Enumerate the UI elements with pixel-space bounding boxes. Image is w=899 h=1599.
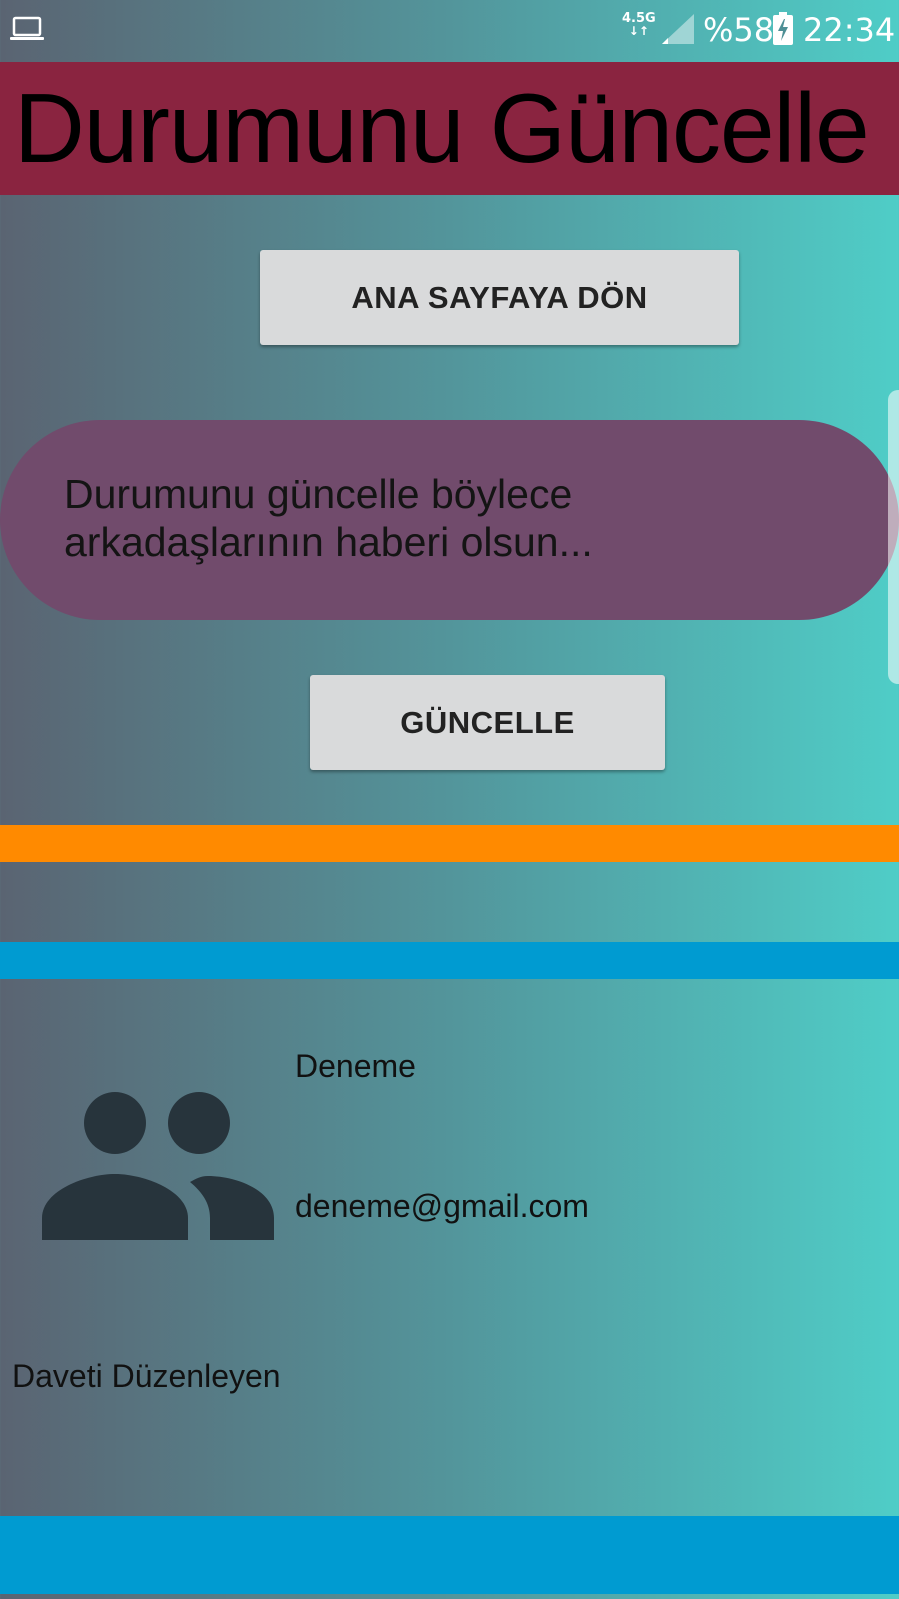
clock: 22:34: [803, 11, 896, 49]
page-title: Durumunu Güncelle: [14, 73, 870, 183]
home-button[interactable]: ANA SAYFAYA DÖN: [260, 250, 739, 345]
user-name: Deneme: [295, 1048, 416, 1084]
status-bar: 4.5G ↓↑ %58 22:34: [0, 0, 899, 62]
header-bar: Durumunu Güncelle: [0, 62, 899, 195]
signal-icon: [662, 14, 694, 44]
battery-charging-icon: [773, 12, 793, 45]
user-email: deneme@gmail.com: [295, 1188, 589, 1224]
organizer-label: Daveti Düzenleyen: [12, 1358, 281, 1394]
battery-percent: %58: [703, 11, 775, 49]
status-input[interactable]: Durumunu güncelle böylece arkadaşlarının…: [0, 420, 899, 620]
network-indicator: 4.5G ↓↑: [622, 12, 656, 37]
edge-panel-handle[interactable]: [888, 390, 899, 684]
people-icon: [42, 1092, 274, 1240]
orange-divider: [0, 825, 899, 862]
laptop-icon: [10, 16, 44, 40]
update-button[interactable]: GÜNCELLE: [310, 675, 665, 770]
data-arrows-icon: ↓↑: [628, 24, 649, 38]
bottom-blue-bar: [0, 1516, 899, 1594]
blue-divider: [0, 942, 899, 979]
